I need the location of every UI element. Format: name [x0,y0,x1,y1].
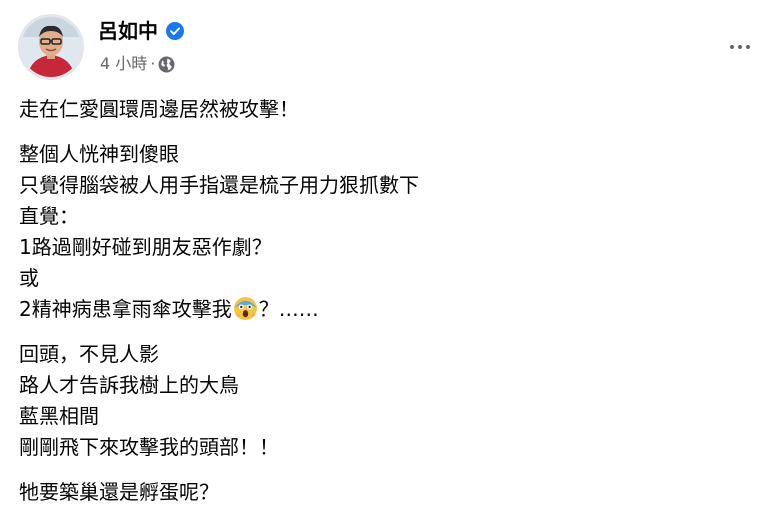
post-text-fragment: 2精神病患拿雨傘攻擊我 [19,297,232,321]
post-text-line: 剛剛飛下來攻擊我的頭部！！ [19,435,279,459]
author-avatar[interactable] [18,14,84,80]
author-name[interactable]: 呂如中 [98,18,158,44]
post-text-line: 只覺得腦袋被人用手指還是梳子用力狠抓數下 [19,173,419,197]
globe-icon[interactable] [158,56,175,73]
post-header: 呂如中 4 小時 · [18,14,758,80]
post-body: 走在仁愛圓環周邊居然被攻擊！ 整個人恍神到傻眼 只覺得腦袋被人用手指還是梳子用力… [19,94,739,522]
verified-badge-icon [166,22,184,40]
meta-separator: · [150,54,156,73]
post-text-line: 路人才告訴我樹上的大鳥 [19,373,239,397]
post-text-line: 整個人恍神到傻眼 [19,142,179,166]
post-text-fragment: ？…… [258,297,319,321]
ellipsis-icon [730,45,734,49]
post-text-line: 或 [19,266,39,290]
post-meta: 4 小時 · [100,53,175,75]
post-text-line: 藍黑相間 [19,404,99,428]
paragraph: 整個人恍神到傻眼 只覺得腦袋被人用手指還是梳子用力狠抓數下 直覺： 1路過剛好碰… [19,139,739,325]
post-text-line: 1路過剛好碰到朋友惡作劇？ [19,235,272,259]
post-text-line: 直覺： [19,204,79,228]
screaming-face-emoji [233,296,258,321]
post-text-line-with-emoji: 2精神病患拿雨傘攻擊我 ？…… [19,294,739,325]
post-text-line: 回頭，不見人影 [19,342,159,366]
paragraph: 回頭，不見人影 路人才告訴我樹上的大鳥 藍黑相間 剛剛飛下來攻擊我的頭部！！ [19,339,739,463]
paragraph: 牠要築巢還是孵蛋呢？ [19,477,739,508]
post-timestamp[interactable]: 4 小時 [100,53,147,75]
post-text-line: 走在仁愛圓環周邊居然被攻擊！ [19,97,299,121]
post-text-line: 牠要築巢還是孵蛋呢？ [19,480,219,504]
paragraph: 走在仁愛圓環周邊居然被攻擊！ [19,94,739,125]
author-line: 呂如中 [98,18,184,44]
more-options-button[interactable] [722,32,758,62]
